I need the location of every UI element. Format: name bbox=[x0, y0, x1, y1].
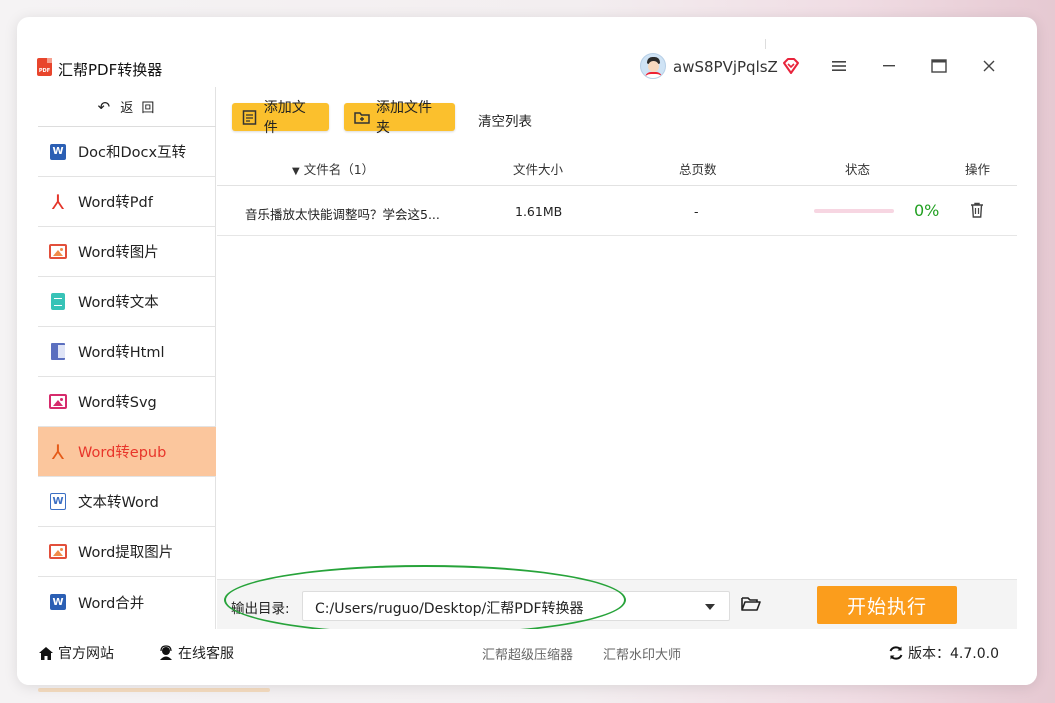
sidebar-item-label: Word合并 bbox=[78, 595, 145, 612]
table-row[interactable]: 音乐播放太快能调整吗？学会这5... 1.61MB - 0% bbox=[217, 186, 1017, 236]
progress-percent: 0% bbox=[914, 201, 940, 220]
maximize-icon bbox=[931, 59, 947, 73]
word-icon: W bbox=[48, 592, 68, 612]
compressor-link[interactable]: 汇帮超级压缩器 bbox=[482, 644, 573, 663]
title-bar: PDF 汇帮PDF转换器 awS8PVjPqlsZ bbox=[17, 17, 1037, 87]
sidebar-item-label: Doc和Docx互转 bbox=[78, 145, 187, 161]
word-outline-icon: W bbox=[48, 492, 68, 512]
minimize-button[interactable] bbox=[878, 55, 900, 77]
column-header-operations: 操作 bbox=[965, 162, 991, 177]
sidebar-item-word-svg[interactable]: Word转Svg bbox=[38, 377, 216, 427]
refresh-icon bbox=[888, 645, 904, 661]
html-file-icon bbox=[48, 342, 68, 362]
sidebar-item-word-pdf[interactable]: ⅄ Word转Pdf bbox=[38, 177, 216, 227]
app-logo-icon: PDF bbox=[37, 58, 52, 76]
sidebar-item-word-extract-image[interactable]: Word提取图片 bbox=[38, 527, 216, 577]
footer: 官方网站 在线客服 汇帮超级压缩器 汇帮水印大师 版本：4.7.0.0 bbox=[17, 629, 1037, 685]
add-folder-label: 添加文件夹 bbox=[376, 100, 432, 136]
word-icon: W bbox=[48, 142, 68, 162]
output-dir-value: C:/Users/ruguo/Desktop/汇帮PDF转换器 bbox=[315, 601, 584, 617]
open-folder-icon[interactable] bbox=[741, 596, 761, 612]
sidebar-item-text-word[interactable]: W 文本转Word bbox=[38, 477, 216, 527]
maximize-button[interactable] bbox=[928, 55, 950, 77]
sidebar-item-label: Word转Html bbox=[78, 345, 165, 361]
watermark-link[interactable]: 汇帮水印大师 bbox=[603, 644, 681, 663]
sidebar-item-label: Word转文本 bbox=[78, 295, 159, 311]
file-name: 音乐播放太快能调整吗？学会这5... bbox=[245, 207, 440, 222]
menu-button[interactable] bbox=[828, 55, 850, 77]
add-file-button[interactable]: 添加文件 bbox=[232, 100, 329, 136]
start-button[interactable]: 开始执行 bbox=[817, 586, 957, 624]
output-bar: 输出目录: C:/Users/ruguo/Desktop/汇帮PDF转换器 开始… bbox=[217, 579, 1017, 629]
sidebar-item-label: Word提取图片 bbox=[78, 545, 174, 561]
sidebar-item-label: Word转Svg bbox=[78, 395, 157, 411]
add-folder-button[interactable]: 添加文件夹 bbox=[344, 100, 455, 136]
column-header-status: 状态 bbox=[845, 162, 871, 177]
sidebar-item-word-html[interactable]: Word转Html bbox=[38, 327, 216, 377]
hamburger-icon bbox=[832, 61, 846, 71]
output-dir-select[interactable]: C:/Users/ruguo/Desktop/汇帮PDF转换器 bbox=[302, 591, 730, 621]
official-website-link[interactable]: 官方网站 bbox=[38, 643, 114, 663]
close-button[interactable] bbox=[978, 55, 1000, 77]
back-arrow-icon: ↶ bbox=[97, 97, 113, 116]
pdf-icon: ⅄ bbox=[51, 439, 65, 464]
add-folder-icon bbox=[354, 109, 370, 125]
back-label: 返 回 bbox=[120, 101, 157, 116]
add-file-label: 添加文件 bbox=[263, 100, 306, 136]
text-file-icon bbox=[48, 292, 68, 312]
sidebar: ↶ 返 回 W Doc和Docx互转 ⅄ Word转Pdf Word转图片 Wo… bbox=[38, 87, 216, 629]
chevron-down-icon[interactable] bbox=[705, 604, 715, 610]
home-icon bbox=[38, 645, 54, 661]
toolbar: 添加文件 添加文件夹 清空列表 bbox=[217, 87, 1017, 147]
column-header-size: 文件大小 bbox=[513, 162, 564, 177]
user-avatar[interactable] bbox=[640, 53, 666, 79]
image-icon bbox=[48, 392, 68, 412]
delete-trash-icon[interactable] bbox=[970, 202, 984, 218]
username[interactable]: awS8PVjPqlsZ bbox=[673, 58, 778, 76]
sidebar-item-label: Word转Pdf bbox=[78, 195, 153, 211]
output-dir-label: 输出目录: bbox=[231, 601, 290, 617]
sidebar-item-label: Word转epub bbox=[78, 445, 167, 461]
file-size: 1.61MB bbox=[515, 204, 563, 219]
sidebar-item-word-epub[interactable]: ⅄ Word转epub bbox=[38, 427, 216, 477]
online-service-link[interactable]: 在线客服 bbox=[158, 643, 234, 663]
version-info[interactable]: 版本：4.7.0.0 bbox=[888, 643, 999, 663]
file-table-header: ▼ 文件名（1） 文件大小 总页数 状态 操作 bbox=[217, 147, 1017, 186]
sidebar-item-label: 文本转Word bbox=[78, 495, 159, 511]
minimize-icon bbox=[883, 65, 895, 67]
headset-icon bbox=[158, 645, 174, 661]
add-file-icon bbox=[242, 109, 258, 125]
sort-down-icon: ▼ bbox=[292, 166, 300, 177]
title-divider bbox=[765, 39, 766, 49]
back-button[interactable]: ↶ 返 回 bbox=[38, 87, 216, 127]
app-window: PDF 汇帮PDF转换器 awS8PVjPqlsZ ↶ 返 回 W Doc和Do… bbox=[17, 17, 1037, 685]
sidebar-item-word-text[interactable]: Word转文本 bbox=[38, 277, 216, 327]
progress-bar bbox=[814, 209, 894, 213]
app-title: 汇帮PDF转换器 bbox=[58, 61, 163, 79]
vip-diamond-icon[interactable] bbox=[782, 57, 800, 75]
page-count: - bbox=[694, 204, 699, 219]
clear-list-button[interactable]: 清空列表 bbox=[478, 110, 532, 130]
sidebar-item-label: Word转图片 bbox=[78, 245, 159, 261]
sidebar-item-word-image[interactable]: Word转图片 bbox=[38, 227, 216, 277]
pdf-icon: ⅄ bbox=[51, 189, 65, 214]
close-icon bbox=[983, 60, 995, 72]
sidebar-item-word-merge[interactable]: W Word合并 bbox=[38, 577, 216, 627]
image-icon bbox=[48, 542, 68, 562]
column-header-pages: 总页数 bbox=[679, 162, 717, 177]
image-icon bbox=[48, 242, 68, 262]
sidebar-item-doc-docx[interactable]: W Doc和Docx互转 bbox=[38, 127, 216, 177]
background-decoration bbox=[38, 688, 270, 692]
column-header-filename[interactable]: ▼ 文件名（1） bbox=[292, 159, 374, 178]
